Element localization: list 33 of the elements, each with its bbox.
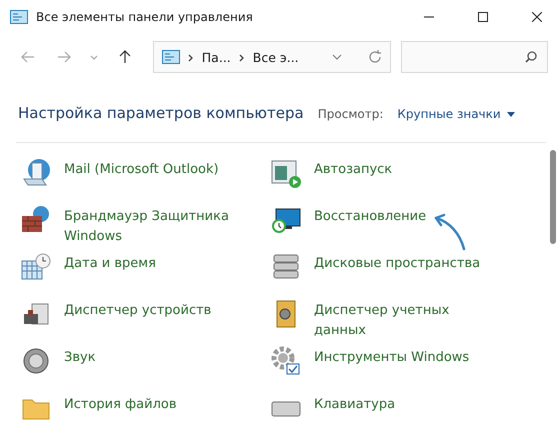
control-panel-link[interactable]: Инструменты Windows [314, 348, 470, 368]
address-bar[interactable]: Па... Все э... [152, 41, 392, 73]
gear-checkbox-icon [270, 345, 302, 377]
window-title: Все элементы панели управления [36, 10, 254, 24]
search-icon [525, 51, 538, 63]
address-location-icon [162, 50, 180, 64]
control-panel-icon [10, 10, 28, 24]
right-arrow-icon [56, 50, 70, 64]
search-field[interactable] [401, 41, 548, 73]
page-heading: Настройка параметров компьютера [18, 104, 304, 122]
control-panel-link[interactable]: Автозапуск [314, 160, 392, 180]
scrollbar-thumb[interactable] [550, 150, 556, 244]
control-panel-link[interactable]: Диспетчер устройств [64, 301, 212, 321]
control-panel-link[interactable]: Диспетчер учетных данных [314, 301, 504, 341]
control-panel-link[interactable]: Mail (Microsoft Outlook) [64, 160, 219, 180]
breadcrumb[interactable]: Все э... [252, 50, 299, 64]
dropdown-caret-icon[interactable] [332, 53, 342, 61]
view-label: Просмотр: [318, 107, 384, 121]
maximize-icon [478, 12, 488, 22]
refresh-icon[interactable] [368, 50, 382, 64]
control-panel-link[interactable]: История файлов [64, 395, 177, 415]
breadcrumb[interactable]: Па... [202, 50, 231, 64]
control-panel-link[interactable]: Брандмауэр Защитника Windows [64, 207, 254, 247]
caret-icon [506, 112, 515, 116]
left-arrow-icon [20, 50, 35, 64]
control-panel-link[interactable]: Дисковые пространства [314, 254, 480, 274]
view-dropdown[interactable]: Крупные значки [397, 107, 515, 121]
up-arrow-icon [118, 50, 132, 64]
control-panel-link[interactable]: Звук [64, 348, 96, 368]
control-panel-link[interactable]: Восстановление [314, 207, 426, 227]
control-panel-link[interactable]: Дата и время [64, 254, 156, 274]
close-icon [532, 12, 542, 22]
control-panel-link[interactable]: Клавиатура [314, 395, 396, 415]
